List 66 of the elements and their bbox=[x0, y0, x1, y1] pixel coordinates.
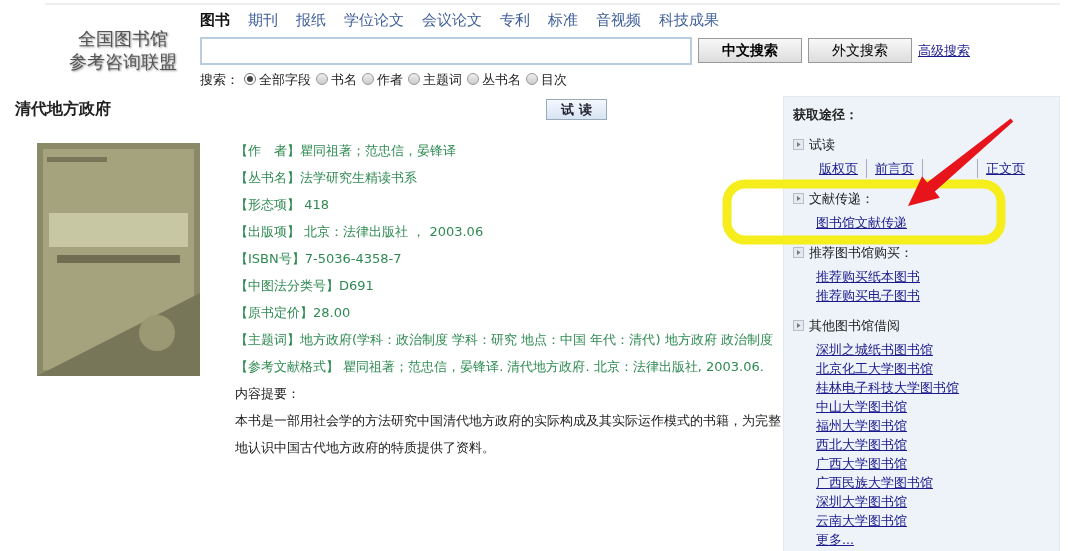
radio-button[interactable] bbox=[244, 73, 256, 86]
book-title: 清代地方政府 bbox=[15, 98, 112, 120]
section-heading: 试读 bbox=[809, 136, 835, 154]
expand-icon bbox=[793, 139, 804, 150]
book-field: 【作 者】瞿同祖著；范忠信，晏锋译 bbox=[235, 137, 783, 164]
category-tab[interactable]: 报纸 bbox=[296, 9, 326, 32]
book-field: 【丛书名】法学研究生精读书系 bbox=[235, 164, 783, 191]
book-field: 【参考文献格式】 瞿同祖著；范忠信，晏锋译. 清代地方政府. 北京：法律出版社, 2003.06. bbox=[235, 353, 783, 380]
sidebar-link[interactable]: 推荐购买电子图书 bbox=[816, 286, 920, 305]
logo-text: 参考咨询联盟 bbox=[67, 50, 178, 73]
expand-icon bbox=[793, 247, 804, 258]
category-tab[interactable]: 专利 bbox=[500, 9, 530, 32]
radio-button[interactable] bbox=[316, 73, 328, 86]
search-field[interactable] bbox=[200, 36, 692, 65]
sidebar-link[interactable]: 更多... bbox=[816, 530, 854, 549]
radio-button[interactable] bbox=[362, 73, 374, 86]
radio-button[interactable] bbox=[526, 73, 538, 86]
category-tab[interactable]: 标准 bbox=[548, 9, 578, 32]
category-tab[interactable]: 学位论文 bbox=[344, 9, 404, 32]
sidebar-link[interactable]: 深圳之城纸书图书馆 bbox=[816, 340, 933, 359]
sidebar-link[interactable]: 正文页 bbox=[977, 159, 1033, 178]
summary-text: 本书是一部用社会学的方法研究中国清代地方政府的实际构成及其实际运作模式的书籍，为完整地认识中国古代地方政府的特质提供了资料。 bbox=[235, 412, 782, 457]
summary-label: 内容提要： bbox=[235, 385, 301, 403]
search-scope-label: 搜索： bbox=[200, 70, 239, 89]
expand-icon bbox=[793, 320, 804, 331]
book-field: 【中图法分类号】D691 bbox=[235, 272, 783, 299]
search-button[interactable]: 外文搜索 bbox=[808, 38, 912, 63]
sidebar-link[interactable]: 深圳大学图书馆 bbox=[816, 492, 907, 511]
sidebar-link[interactable]: 福州大学图书馆 bbox=[816, 416, 907, 435]
sidebar-link[interactable]: 北京化工大学图书馆 bbox=[816, 359, 933, 378]
category-tab[interactable]: 科技成果 bbox=[659, 9, 719, 32]
sidebar-link[interactable]: 中山大学图书馆 bbox=[816, 397, 907, 416]
sidebar-link[interactable]: 广西大学图书馆 bbox=[816, 454, 907, 473]
expand-icon bbox=[793, 193, 804, 204]
section-heading: 文献传递： bbox=[809, 190, 874, 208]
radio-label[interactable]: 书名 bbox=[331, 69, 357, 89]
category-tab[interactable]: 音视频 bbox=[596, 9, 641, 32]
sidebar-link[interactable]: 桂林电子科技大学图书馆 bbox=[816, 378, 959, 397]
category-tab[interactable]: 图书 bbox=[200, 9, 230, 32]
radio-button[interactable] bbox=[408, 73, 420, 86]
radio-label[interactable]: 全部字段 bbox=[259, 69, 311, 89]
section-heading: 推荐图书馆购买： bbox=[809, 244, 913, 262]
book-field: 【出版项】 北京：法律出版社 ， 2003.06 bbox=[235, 218, 783, 245]
sidebar-link[interactable]: 图书馆文献传递 bbox=[816, 213, 907, 232]
advanced-search-link[interactable]: 高级搜索 bbox=[918, 40, 970, 61]
book-field: 【原书定价】28.00 bbox=[235, 299, 783, 326]
category-tab[interactable]: 会议论文 bbox=[422, 9, 482, 32]
radio-label[interactable]: 丛书名 bbox=[482, 69, 521, 89]
sidebar-link[interactable]: 广西民族大学图书馆 bbox=[816, 473, 933, 492]
search-button[interactable]: 中文搜索 bbox=[698, 38, 802, 63]
sidebar-title: 获取途径： bbox=[793, 106, 859, 124]
sidebar-link[interactable]: 云南大学图书馆 bbox=[816, 511, 907, 530]
book-field: 【形态项】 418 bbox=[235, 191, 783, 218]
book-field: 【主题词】地方政府(学科：政治制度 学科：研究 地点：中国 年代：清代) 地方政府 政治制度 bbox=[235, 326, 783, 353]
radio-label[interactable]: 目次 bbox=[541, 69, 567, 89]
trial-read-button[interactable]: 试 读 bbox=[546, 98, 607, 120]
book-field: 【ISBN号】7-5036-4358-7 bbox=[235, 245, 783, 272]
section-heading: 其他图书馆借阅 bbox=[809, 317, 900, 335]
sidebar-link[interactable]: 西北大学图书馆 bbox=[816, 435, 907, 454]
radio-label[interactable]: 作者 bbox=[377, 69, 403, 89]
radio-label[interactable]: 主题词 bbox=[423, 69, 462, 89]
radio-button[interactable] bbox=[467, 73, 479, 86]
logo-text: 全国图书馆 bbox=[76, 27, 169, 50]
sidebar-link[interactable]: 版权页 bbox=[811, 159, 866, 178]
category-tab[interactable]: 期刊 bbox=[248, 9, 278, 32]
sidebar-link[interactable]: 推荐购买纸本图书 bbox=[816, 267, 920, 286]
